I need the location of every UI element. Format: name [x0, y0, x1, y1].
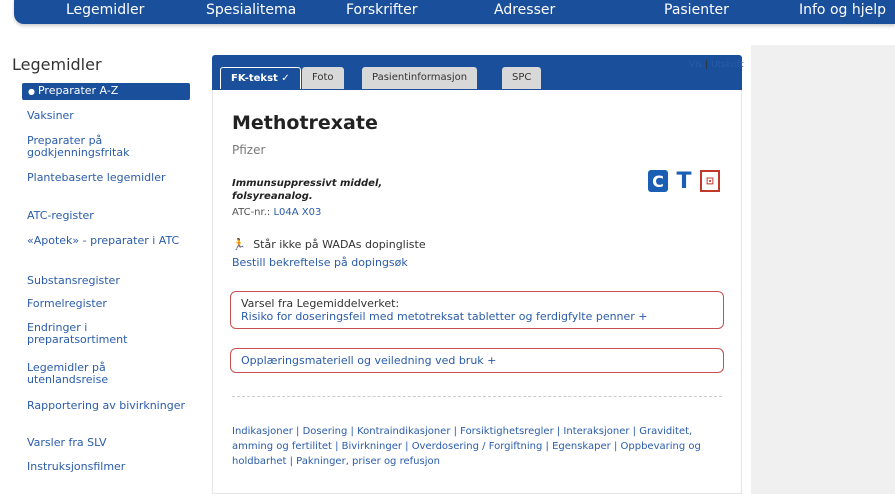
nav-spesialitema[interactable]: Spesialitema: [206, 2, 296, 18]
sidebar-item-plantebaserte[interactable]: Plantebaserte legemidler: [27, 172, 187, 184]
top-navigation: Legemidler Spesialitema Forskrifter Adre…: [14, 0, 895, 24]
sidebar-item-bivirkninger[interactable]: Rapportering av bivirkninger: [27, 400, 187, 412]
atc-code-link[interactable]: L04A X03: [273, 207, 321, 218]
sidebar-item-atc-register[interactable]: ATC-register: [27, 210, 187, 222]
vis-link[interactable]: Vis: [689, 60, 702, 70]
nav-adresser[interactable]: Adresser: [494, 2, 555, 18]
drug-title: Methotrexate: [232, 112, 378, 134]
sidebar-item-godkjenningsfritak[interactable]: Preparater på godkjenningsfritak: [27, 135, 187, 159]
badge-t-icon: T: [676, 168, 692, 194]
utskrift-link[interactable]: Utskrift: [711, 60, 744, 70]
sidebar-item-apotek-atc[interactable]: «Apotek» - preparater i ATC: [27, 235, 187, 247]
training-material-link[interactable]: Opplæringsmateriell og veiledning ved br…: [241, 354, 713, 367]
atc-number: ATC-nr.: L04A X03: [232, 207, 321, 218]
sidebar-title: Legemidler: [12, 55, 102, 74]
tab-links-separator: |: [705, 60, 709, 70]
nav-pasienter[interactable]: Pasienter: [664, 2, 729, 18]
sidebar-item-substansregister[interactable]: Substansregister: [27, 275, 187, 287]
divider: [232, 396, 722, 397]
sidebar-item-varsler-slv[interactable]: Varsler fra SLV: [27, 437, 187, 449]
doping-order-link[interactable]: Bestill bekreftelse på dopingsøk: [232, 256, 408, 269]
manufacturer: Pfizer: [232, 143, 266, 157]
drug-description: Immunsuppressivt middel, folsyreanalog.: [232, 177, 382, 203]
section-links[interactable]: Indikasjoner | Dosering | Kontraindikasj…: [232, 424, 720, 469]
warning-title: Varsel fra Legemiddelverket:: [241, 297, 400, 310]
training-material-box: Opplæringsmateriell og veiledning ved br…: [230, 348, 724, 373]
badge-s-icon: ⊡: [700, 170, 720, 192]
tab-pasientinformasjon[interactable]: Pasientinformasjon: [362, 67, 478, 89]
atc-label: ATC-nr.:: [232, 207, 271, 218]
sidebar-item-preparater-a-z[interactable]: Preparater A-Z: [22, 83, 190, 100]
sidebar-item-endringer[interactable]: Endringer i preparatsortiment: [27, 322, 187, 346]
nav-forskrifter[interactable]: Forskrifter: [346, 2, 417, 18]
sidebar-item-instruksjonsfilmer[interactable]: Instruksjonsfilmer: [27, 461, 187, 473]
runner-icon: 🏃: [232, 238, 246, 251]
sidebar-item-formelregister[interactable]: Formelregister: [27, 298, 187, 310]
prescription-badges: C T ⊡: [648, 168, 720, 194]
right-side-panel: [751, 45, 895, 494]
tab-links: Vis | Utskrift: [689, 60, 744, 70]
warning-box-legemiddelverket: Varsel fra Legemiddelverket: Risiko for …: [230, 291, 724, 329]
tab-foto[interactable]: Foto: [302, 67, 344, 89]
warning-link[interactable]: Risiko for doseringsfeil med metotreksat…: [241, 310, 713, 323]
tab-fk-tekst[interactable]: FK-tekst ✓: [220, 67, 301, 89]
sidebar-item-utenlandsreise[interactable]: Legemidler på utenlandsreise: [27, 362, 187, 386]
nav-info-og-hjelp[interactable]: Info og hjelp: [799, 2, 886, 18]
badge-c-icon: C: [648, 170, 668, 192]
drug-description-line-2: folsyreanalog.: [232, 191, 313, 202]
nav-legemidler[interactable]: Legemidler: [66, 2, 144, 18]
sidebar-item-vaksiner[interactable]: Vaksiner: [27, 110, 187, 122]
doping-status: 🏃 Står ikke på WADAs dopingliste: [232, 238, 426, 251]
tab-spc[interactable]: SPC: [502, 67, 542, 89]
doping-text: Står ikke på WADAs dopingliste: [253, 238, 426, 251]
tab-bar: FK-tekst ✓ Foto Pasientinformasjon SPC: [212, 55, 742, 91]
drug-description-line-1: Immunsuppressivt middel,: [232, 178, 383, 189]
